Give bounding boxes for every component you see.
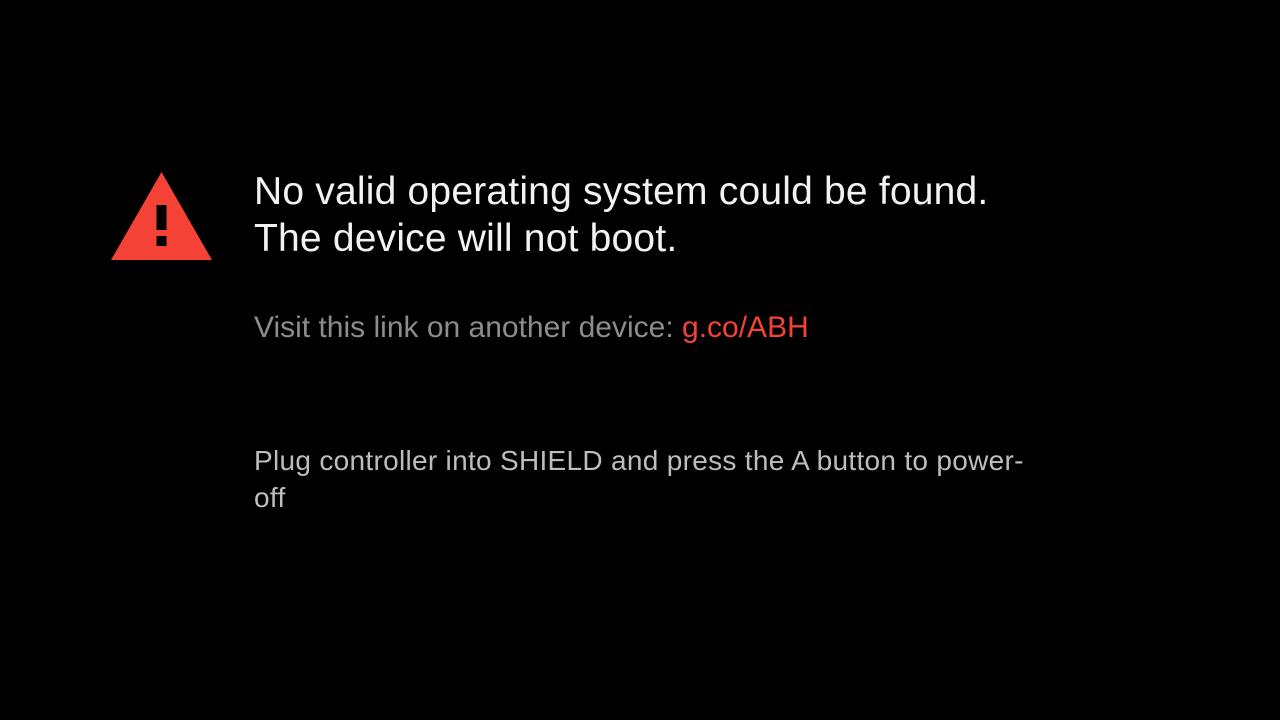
headline-line-2: The device will not boot. bbox=[254, 217, 678, 260]
help-link-prefix: Visit this link on another device: bbox=[254, 311, 683, 344]
boot-error-screen: No valid operating system could be found… bbox=[0, 0, 1280, 720]
help-link-line: Visit this link on another device: g.co/… bbox=[254, 309, 1154, 347]
help-link[interactable]: g.co/ABH bbox=[682, 311, 809, 344]
headline-line-1: No valid operating system could be found… bbox=[254, 170, 989, 213]
warning-triangle-icon bbox=[111, 172, 212, 260]
power-off-instruction: Plug controller into SHIELD and press th… bbox=[254, 445, 1024, 513]
error-headline: No valid operating system could be found… bbox=[254, 168, 1154, 262]
